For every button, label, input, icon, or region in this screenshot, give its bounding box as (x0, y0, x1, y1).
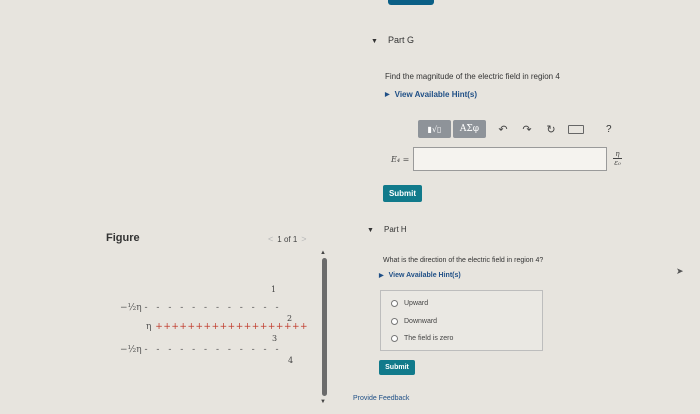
expand-triangle-icon: ▶ (379, 273, 384, 279)
part-h-submit-button[interactable]: Submit (379, 360, 415, 375)
greek-symbols-button[interactable]: ΑΣφ (453, 120, 486, 138)
option-label: Downward (404, 318, 438, 325)
scroll-down-arrow[interactable]: ▼ (320, 399, 326, 405)
expand-triangle-icon: ▶ (385, 92, 390, 98)
region-label-4: 4 (288, 356, 294, 365)
option-downward[interactable]: Downward (391, 318, 437, 325)
top-submit-button[interactable] (388, 0, 434, 5)
region-label-1: 1 (271, 285, 277, 294)
help-icon[interactable]: ? (606, 124, 612, 135)
radio-button[interactable] (391, 335, 398, 342)
scroll-up-arrow[interactable]: ▲ (320, 250, 326, 256)
unit-numerator: η (615, 150, 620, 158)
option-label: Upward (404, 300, 429, 307)
sheet-charge-marks: +++++++++++++++++++ (155, 322, 309, 332)
answer-label: E₄ = (391, 155, 410, 164)
region-label-3: 3 (272, 334, 278, 343)
undo-icon[interactable]: ↶ (496, 123, 510, 136)
part-g-title[interactable]: Part G (388, 35, 414, 45)
figure-title: Figure (106, 232, 140, 244)
sheet-charge-marks: - - - - - - - - - - - - (144, 345, 282, 355)
provide-feedback-link[interactable]: Provide Feedback (353, 395, 409, 402)
answer-unit: η ε₀ (613, 150, 622, 167)
hint-label: View Available Hint(s) (394, 90, 478, 99)
sheet-charge-label: −½η (120, 303, 142, 313)
sheet-positive-middle: η +++++++++++++++++++ (146, 322, 308, 332)
sheet-charge-marks: - - - - - - - - - - - - (144, 303, 282, 313)
part-g-question: Find the magnitude of the electric field… (385, 72, 560, 81)
sheet-charge-label: −½η (120, 345, 142, 355)
option-label: The field is zero (404, 335, 454, 342)
figure-scrollbar-thumb[interactable] (322, 258, 327, 396)
reset-icon[interactable]: ↻ (544, 123, 558, 136)
sheet-negative-bottom: −½η - - - - - - - - - - - - (120, 345, 282, 355)
unit-denominator: ε₀ (614, 159, 621, 167)
radio-button[interactable] (391, 318, 398, 325)
prev-figure-button[interactable]: < (268, 234, 273, 244)
part-h-hints-toggle[interactable]: ▶ View Available Hint(s) (379, 272, 461, 279)
part-g-submit-button[interactable]: Submit (383, 185, 422, 202)
answer-input[interactable] (413, 147, 607, 171)
option-upward[interactable]: Upward (391, 300, 428, 307)
template-group: ▮√▯ ΑΣφ (418, 120, 486, 138)
hint-label: View Available Hint(s) (388, 272, 461, 279)
figure-page-count: 1 of 1 (277, 234, 298, 244)
next-figure-button[interactable]: > (301, 234, 306, 244)
radio-button[interactable] (391, 300, 398, 307)
option-zero[interactable]: The field is zero (391, 335, 453, 342)
part-h-question: What is the direction of the electric fi… (383, 257, 544, 264)
part-g-hints-toggle[interactable]: ▶ View Available Hint(s) (385, 90, 477, 99)
math-toolbar: ▮√▯ ΑΣφ ↶ ↷ ↻ ? (418, 120, 612, 138)
templates-button[interactable]: ▮√▯ (418, 120, 451, 138)
direction-options: Upward Downward The field is zero (380, 290, 543, 351)
redo-icon[interactable]: ↷ (520, 123, 534, 136)
part-g-collapse-icon[interactable]: ▼ (371, 38, 378, 45)
mouse-cursor-icon: ➤ (676, 266, 684, 276)
part-h-title[interactable]: Part H (384, 225, 407, 234)
figure-pager: < 1 of 1 > (268, 234, 307, 244)
part-h-collapse-icon[interactable]: ▼ (367, 227, 374, 234)
sheet-charge-label: η (146, 322, 152, 332)
keyboard-icon[interactable] (568, 124, 584, 134)
region-label-2: 2 (287, 314, 293, 323)
sheet-negative-top: −½η - - - - - - - - - - - - (120, 303, 282, 313)
